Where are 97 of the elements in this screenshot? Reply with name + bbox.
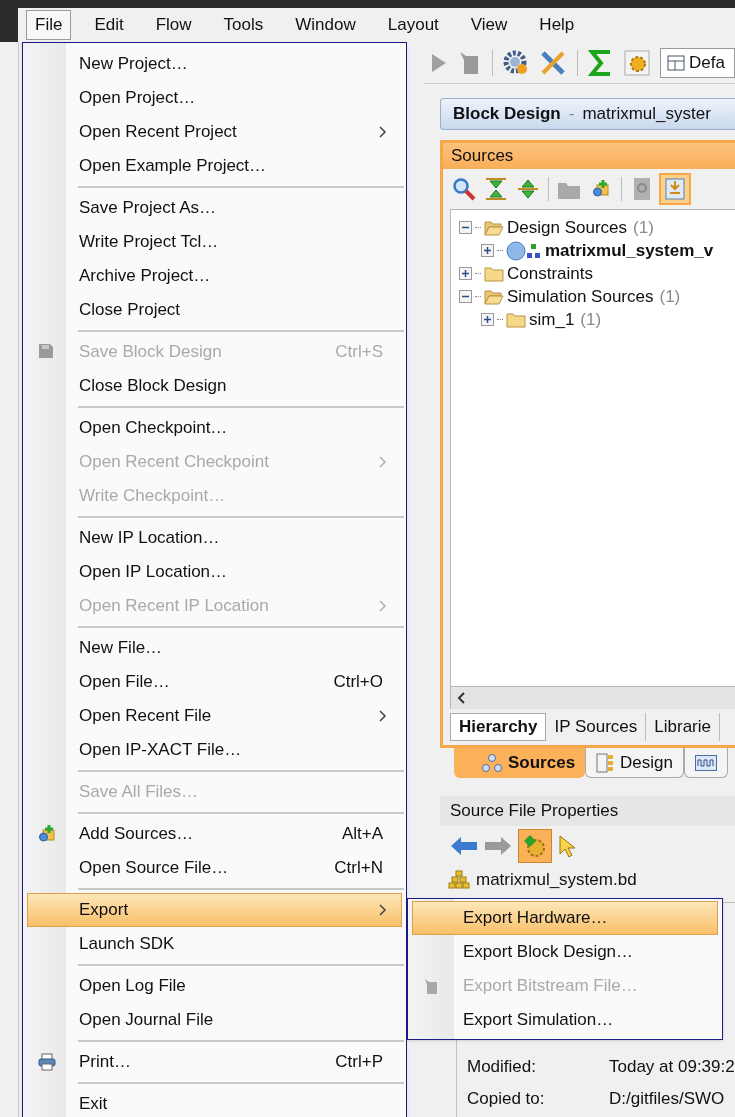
menu-item[interactable]: Open File… Ctrl+O xyxy=(27,665,402,699)
horizontal-scrollbar[interactable] xyxy=(450,687,735,709)
panel-tab[interactable]: Sources xyxy=(454,748,586,778)
menu-item[interactable]: Save Project As… xyxy=(27,191,402,225)
back-arrow-icon[interactable] xyxy=(450,836,478,856)
import-button[interactable] xyxy=(659,173,691,205)
menu-item[interactable]: Add Sources… Alt+A xyxy=(27,817,402,851)
menu-item[interactable]: Close Block Design xyxy=(27,369,402,403)
printer-icon xyxy=(38,1053,56,1071)
menu-item[interactable]: Open Journal File xyxy=(27,1003,402,1037)
count-text: (1) xyxy=(580,308,602,331)
panel-title: Sources xyxy=(451,145,514,168)
view-tab[interactable]: Librarie xyxy=(646,713,720,741)
menu-bar-item[interactable]: Help xyxy=(530,10,584,40)
header-subtitle: matrixmul_syster xyxy=(582,103,711,126)
open-folder-icon xyxy=(484,288,504,305)
menu-item[interactable]: Print… Ctrl+P xyxy=(27,1045,402,1079)
open-folder-icon xyxy=(484,219,504,236)
layout-dropdown-text: Defa xyxy=(689,51,725,74)
menu-item[interactable]: Open Source File… Ctrl+N xyxy=(27,851,402,885)
block-design-icon xyxy=(448,870,470,890)
shortcut-text: Ctrl+S xyxy=(335,341,383,364)
expand-toggle-icon[interactable] xyxy=(481,313,494,326)
property-value: Today at 09:39:2 xyxy=(609,1056,735,1079)
menu-item[interactable]: New IP Location… xyxy=(27,521,402,555)
gear-icon xyxy=(522,833,548,859)
property-value: D:/gitfiles/SWO xyxy=(609,1088,725,1111)
scroll-left-icon[interactable] xyxy=(457,692,465,704)
menu-item[interactable]: Open Project… xyxy=(27,81,402,115)
menu-bar-item[interactable]: File xyxy=(26,10,72,40)
auto-update-button[interactable] xyxy=(518,829,552,863)
menu-item[interactable]: Exit xyxy=(27,1087,402,1117)
forward-arrow-icon[interactable] xyxy=(484,836,512,856)
cursor-icon[interactable] xyxy=(558,834,576,858)
menu-bar-item[interactable]: Tools xyxy=(214,10,273,40)
shortcut-text: Ctrl+O xyxy=(333,671,383,694)
hierarchy-icon xyxy=(482,754,502,772)
properties-title: Source File Properties xyxy=(450,800,619,823)
menu-bar-item[interactable]: Edit xyxy=(85,10,133,40)
shortcut-text: Ctrl+P xyxy=(335,1051,383,1074)
gear-icon[interactable] xyxy=(503,49,529,76)
expand-all-icon[interactable] xyxy=(516,177,540,201)
design-icon xyxy=(596,752,615,773)
menu-item[interactable]: Write Project Tcl… xyxy=(27,225,402,259)
collapse-toggle-icon[interactable] xyxy=(459,290,472,303)
folder-icon xyxy=(484,265,504,282)
add-sources-icon xyxy=(38,825,56,843)
menu-bar-item[interactable]: Layout xyxy=(378,10,448,40)
property-label: Copied to: xyxy=(467,1088,546,1111)
menu-item[interactable]: Launch SDK xyxy=(27,927,402,961)
layout-icon xyxy=(667,54,685,71)
expand-toggle-icon[interactable] xyxy=(481,244,494,257)
menu-item[interactable]: Open IP Location… xyxy=(27,555,402,589)
menu-item[interactable]: Export Hardware… xyxy=(412,901,718,935)
menu-item[interactable]: New Project… xyxy=(27,47,402,81)
layout-dropdown[interactable]: Defa xyxy=(660,47,735,78)
menu-bar-item[interactable]: View xyxy=(461,10,517,40)
menu-item[interactable]: Open Example Project… xyxy=(27,149,402,183)
search-icon[interactable] xyxy=(452,177,476,201)
window-frame-edge xyxy=(0,8,18,42)
count-text: (1) xyxy=(659,285,681,308)
shortcut-text: Alt+A xyxy=(341,823,383,846)
shortcut-text: Ctrl+N xyxy=(334,857,383,880)
expand-toggle-icon[interactable] xyxy=(459,267,472,280)
header-title: Block Design xyxy=(453,103,561,126)
menu-item[interactable]: Export xyxy=(27,893,402,927)
collapse-all-icon[interactable] xyxy=(484,177,508,201)
help-document-icon[interactable] xyxy=(633,177,651,201)
menu-item[interactable]: Archive Project… xyxy=(27,259,402,293)
gear-icon[interactable] xyxy=(624,49,650,76)
file-name: matrixmul_system.bd xyxy=(476,869,637,892)
menu-item[interactable]: Open IP-XACT File… xyxy=(27,733,402,767)
wrench-screwdriver-icon[interactable] xyxy=(539,48,567,77)
waveform-icon xyxy=(695,754,717,771)
menu-item[interactable]: Open Recent File xyxy=(27,699,402,733)
menu-item[interactable]: Export Block Design… xyxy=(412,935,718,969)
view-tab[interactable]: IP Sources xyxy=(546,713,647,741)
menu-item[interactable]: New File… xyxy=(27,631,402,665)
collapse-toggle-icon[interactable] xyxy=(459,221,472,234)
add-sources-icon xyxy=(592,180,610,198)
menu-item[interactable]: Close Project xyxy=(27,293,402,327)
menu-item[interactable]: Open Log File xyxy=(27,969,402,1003)
import-icon xyxy=(665,178,685,200)
play-icon[interactable] xyxy=(430,51,448,74)
count-text: (1) xyxy=(633,216,654,239)
module-icon xyxy=(506,240,542,261)
folder-icon xyxy=(506,311,526,328)
header-dash: - xyxy=(568,103,575,126)
menu-item[interactable]: Open Checkpoint… xyxy=(27,411,402,445)
panel-tab[interactable] xyxy=(684,748,728,778)
property-label: Modified: xyxy=(467,1056,537,1079)
menu-bar-item[interactable]: Window xyxy=(286,10,365,40)
menu-bar-item[interactable]: Flow xyxy=(146,10,201,40)
menu-item[interactable]: Open Recent Project xyxy=(27,115,402,149)
menu-item[interactable]: Export Simulation… xyxy=(412,1003,718,1037)
panel-tab[interactable]: Design xyxy=(585,748,684,778)
view-tab[interactable]: Hierarchy xyxy=(450,713,547,741)
